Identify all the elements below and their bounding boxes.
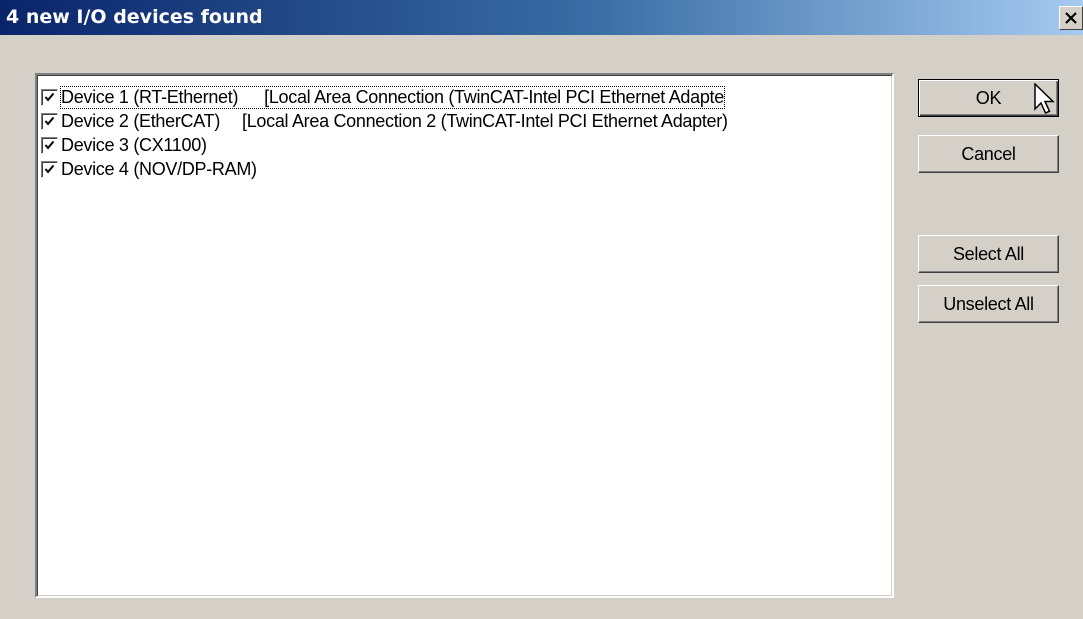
device-4-checkbox[interactable] (41, 160, 58, 178)
ok-button-label: OK (975, 87, 1002, 108)
close-icon (1064, 12, 1078, 24)
device-2-name: Device 2 (EtherCAT) (61, 110, 221, 131)
unselect-all-button[interactable]: Unselect All (918, 285, 1059, 323)
dialog-title: 4 new I/O devices found (6, 6, 263, 28)
device-2-checkbox[interactable] (41, 112, 58, 130)
device-4-name: Device 4 (NOV/DP-RAM) (61, 158, 257, 179)
title-bar[interactable]: 4 new I/O devices found (0, 0, 1083, 35)
list-item-device-1[interactable]: Device 1 (RT-Ethernet) [Local Area Connec… (41, 85, 725, 109)
list-item-device-3[interactable]: Device 3 (CX1100) (41, 133, 207, 157)
select-all-button[interactable]: Select All (918, 235, 1059, 273)
unselect-all-button-label: Unselect All (943, 293, 1034, 314)
list-item-device-2[interactable]: Device 2 (EtherCAT) [Local Area Connectio… (41, 109, 728, 133)
checkmark-icon (44, 116, 55, 126)
cancel-button[interactable]: Cancel (918, 135, 1059, 173)
checkmark-icon (44, 140, 55, 150)
device-3-name: Device 3 (CX1100) (61, 134, 207, 155)
mouse-pointer-icon (1033, 82, 1057, 122)
list-item-device-4[interactable]: Device 4 (NOV/DP-RAM) (41, 157, 257, 181)
device-1-checkbox[interactable] (41, 88, 58, 106)
device-2-detail: [Local Area Connection 2 (TwinCAT-Intel … (242, 110, 728, 131)
device-list[interactable]: Device 1 (RT-Ethernet) [Local Area Connec… (35, 73, 894, 598)
checkmark-icon (44, 92, 55, 102)
dialog-window: 4 new I/O devices found Device 1 (RT-Eth… (0, 0, 1083, 619)
device-1-name: Device 1 (RT-Ethernet) (61, 86, 239, 107)
device-1-detail: [Local Area Connection (TwinCAT-Intel PC… (264, 86, 724, 107)
device-3-checkbox[interactable] (41, 136, 58, 154)
checkmark-icon (44, 164, 55, 174)
close-button[interactable] (1059, 6, 1083, 30)
cancel-button-label: Cancel (961, 143, 1016, 164)
select-all-button-label: Select All (952, 243, 1025, 264)
